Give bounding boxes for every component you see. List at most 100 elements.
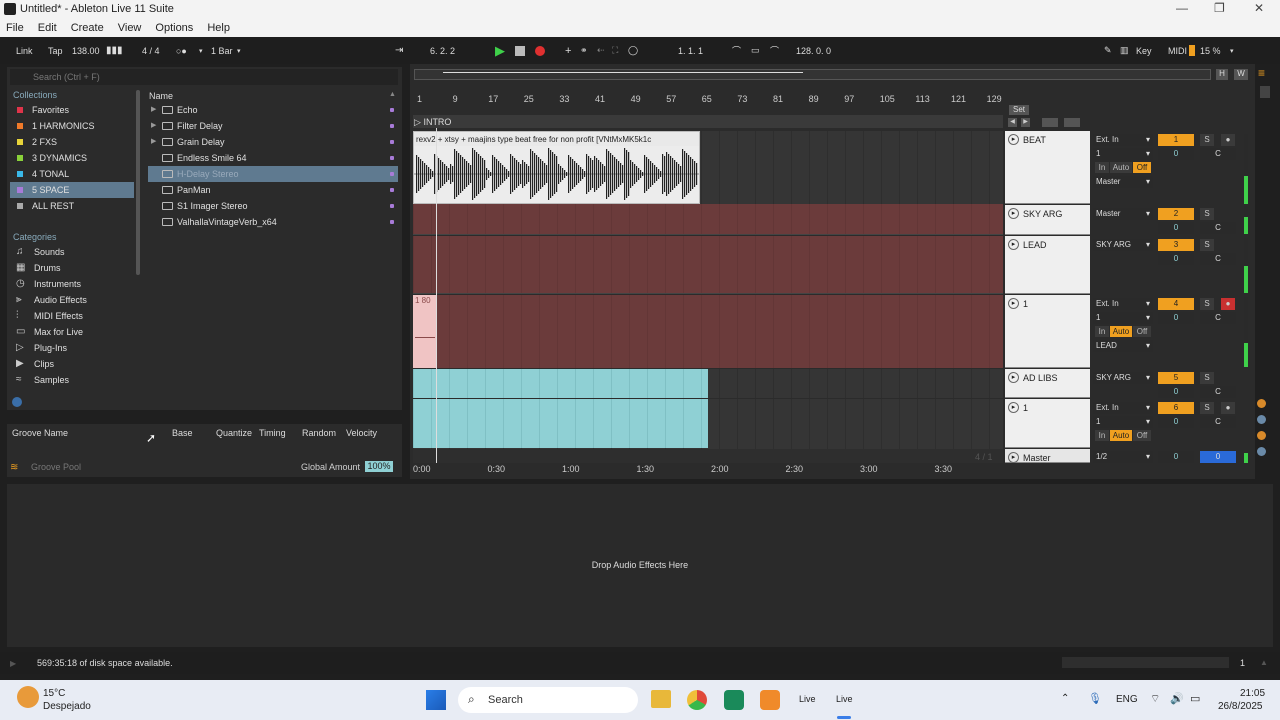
locator-next-icon[interactable]: ▶ — [1021, 118, 1030, 127]
play-button[interactable]: ▶ — [495, 37, 505, 64]
punch-out-icon[interactable]: ⌒ — [770, 37, 779, 64]
monitor-auto-button[interactable]: Auto — [1110, 162, 1132, 173]
solo-button[interactable]: S — [1200, 298, 1214, 310]
collection-item[interactable]: 4 TONAL — [10, 166, 134, 182]
microphone-icon[interactable]: 🎙 — [1088, 692, 1102, 705]
locator-prev-icon[interactable]: ◀ — [1008, 118, 1017, 127]
side-icon-4[interactable] — [1257, 447, 1266, 456]
collection-item[interactable]: 5 SPACE — [10, 182, 134, 198]
collection-item[interactable]: Favorites — [10, 102, 134, 118]
browser-item[interactable]: Endless Smile 64 — [148, 150, 398, 166]
lane-audio-1[interactable] — [413, 295, 1003, 368]
session-record-icon[interactable]: ◯ — [628, 37, 638, 64]
sidebar-scrollbar[interactable] — [136, 90, 140, 275]
global-amount-field[interactable]: 100% — [365, 461, 393, 472]
category-item[interactable]: ◷ Instruments — [10, 276, 134, 292]
expand-arrow-icon[interactable]: ▶ — [151, 102, 156, 118]
clock-date[interactable]: 26/8/2025 — [1218, 701, 1263, 712]
solo-button[interactable]: S — [1200, 402, 1214, 414]
chevron-down-icon[interactable]: ▾ — [237, 37, 241, 64]
monitor-in-button[interactable]: In — [1095, 162, 1109, 173]
track-header[interactable]: ▸ 1 — [1005, 399, 1090, 448]
output-select[interactable]: LEAD — [1093, 340, 1153, 352]
fold-icon[interactable]: ▸ — [1008, 402, 1019, 413]
output-select[interactable]: SKY ARG — [1093, 239, 1153, 251]
song-position-field[interactable]: 6. 2. 2 — [430, 37, 455, 64]
track-header[interactable]: ▸ SKY ARG — [1005, 205, 1090, 235]
draw-mode-icon[interactable]: ✎ — [1104, 37, 1112, 64]
fold-icon[interactable]: ▸ — [1008, 372, 1019, 383]
groove-pool-icon[interactable]: ≋ — [10, 462, 18, 473]
category-item[interactable]: ▭ Max for Live — [10, 324, 134, 340]
loop-start-field[interactable]: 1. 1. 1 — [678, 37, 703, 64]
solo-button[interactable]: S — [1200, 239, 1214, 251]
language-indicator[interactable]: ENG — [1116, 694, 1138, 705]
metronome-menu-icon[interactable]: ▾ — [199, 37, 203, 64]
fold-icon[interactable]: ▸ — [1008, 452, 1019, 463]
track-activator[interactable]: 6 — [1158, 402, 1194, 414]
pan-field[interactable]: C — [1200, 386, 1236, 398]
output-select[interactable]: 1/2 — [1093, 451, 1153, 463]
pan-field[interactable]: C — [1200, 253, 1236, 265]
fold-icon[interactable]: ▸ — [1008, 239, 1019, 250]
pan-field[interactable]: C — [1200, 148, 1236, 160]
fold-icon[interactable]: ▸ — [1008, 134, 1019, 145]
clock-time[interactable]: 21:05 — [1240, 688, 1265, 699]
w-toggle[interactable]: W — [1234, 69, 1248, 80]
name-column-header[interactable]: Name — [149, 91, 173, 101]
lane-sky-arg[interactable] — [413, 204, 1003, 235]
maximize-button[interactable]: ❐ — [1214, 1, 1228, 15]
bar-ruler[interactable]: 1 9 17 25 33 41 49 57 65 73 81 89 97 105 113 121 129 — [413, 94, 1003, 108]
track-activator[interactable]: 4 — [1158, 298, 1194, 310]
arm-button[interactable]: ● — [1221, 298, 1235, 310]
groove-quantize-header[interactable]: Quantize — [216, 428, 252, 438]
input-channel-select[interactable]: 1 — [1093, 312, 1153, 324]
metronome-icon[interactable]: ○● — [176, 37, 187, 64]
browser-item[interactable]: S1 Imager Stereo — [148, 198, 398, 214]
keyboard-icon[interactable]: ▥ — [1120, 37, 1129, 64]
volume-field[interactable]: 0 — [1158, 451, 1194, 463]
track-header[interactable]: ▸ 1 — [1005, 295, 1090, 368]
track-header[interactable]: ▸ AD LIBS — [1005, 369, 1090, 398]
track-header[interactable]: ▸ BEAT — [1005, 131, 1090, 204]
track-activator[interactable]: 2 — [1158, 208, 1194, 220]
arm-button[interactable]: ● — [1221, 402, 1235, 414]
volume-field[interactable]: 0 — [1158, 148, 1194, 160]
nudge-icon[interactable]: ▮▮▮ — [106, 37, 123, 64]
collection-item[interactable]: 2 FXS — [10, 134, 134, 150]
quantize-menu[interactable]: 1 Bar — [211, 37, 233, 64]
track-activator[interactable]: 1 — [1158, 134, 1194, 146]
punch-in-icon[interactable]: ⌒ — [732, 37, 741, 64]
hot-swap-icon[interactable] — [12, 397, 22, 407]
browser-item[interactable]: H-Delay Stereo — [148, 166, 398, 182]
input-type-select[interactable]: Ext. In — [1093, 134, 1153, 146]
menu-file[interactable]: File — [6, 22, 24, 34]
menu-options[interactable]: Options — [155, 22, 193, 34]
monitor-off-button[interactable]: Off — [1133, 162, 1151, 173]
taskbar-search[interactable]: ⌕ Search — [458, 687, 638, 713]
volume-field[interactable]: 0 — [1158, 312, 1194, 324]
stop-button[interactable] — [515, 45, 525, 56]
groove-random-header[interactable]: Random — [302, 428, 336, 438]
groove-base-header[interactable]: Base — [172, 428, 193, 438]
groove-velocity-header[interactable]: Velocity — [346, 428, 377, 438]
solo-button[interactable]: S — [1200, 208, 1214, 220]
fl-studio-icon[interactable] — [760, 690, 780, 710]
collection-item[interactable]: 1 HARMONICS — [10, 118, 134, 134]
pan-field[interactable]: C — [1200, 312, 1236, 324]
solo-button[interactable]: S — [1200, 372, 1214, 384]
expand-icon[interactable] — [1042, 118, 1058, 127]
midi-map-button[interactable]: MIDI — [1168, 37, 1187, 64]
follow-icon[interactable]: ⇥ — [395, 37, 403, 64]
volume-field[interactable]: 0 — [1158, 416, 1194, 428]
input-type-select[interactable]: Ext. In — [1093, 402, 1153, 414]
monitor-auto-button[interactable]: Auto — [1110, 430, 1132, 441]
volume-field[interactable]: 0 — [1158, 253, 1194, 265]
category-item[interactable]: ♫ Sounds — [10, 244, 134, 260]
volume-field[interactable]: 0 — [1158, 222, 1194, 234]
weather-icon[interactable] — [17, 686, 39, 708]
category-item[interactable]: ⫸ Audio Effects — [10, 292, 134, 308]
file-explorer-icon[interactable] — [651, 690, 671, 708]
collection-item[interactable]: 3 DYNAMICS — [10, 150, 134, 166]
h-toggle[interactable]: H — [1216, 69, 1228, 80]
